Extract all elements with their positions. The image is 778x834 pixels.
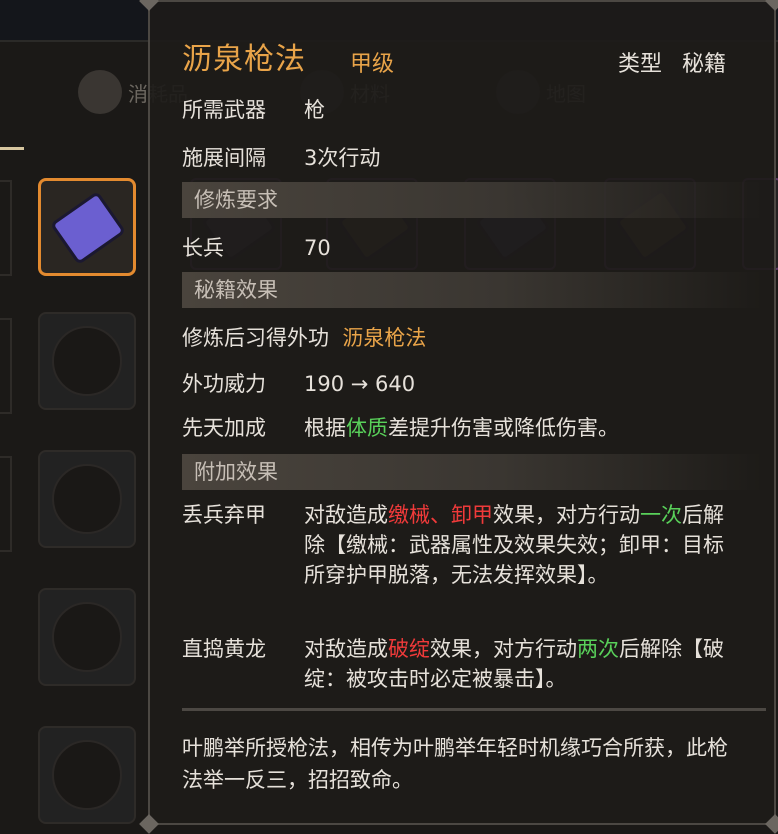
inventory-slot-edge [0,456,12,552]
extra-effect-2-body: 对敌造成破绽效果，对方行动两次后解除【破绽：被攻击时必定被暴击】。 [304,634,734,694]
item-type-label: 类型 [617,52,662,77]
extra-effect-2: 直捣黄龙 对敌造成破绽效果，对方行动两次后解除【破绽：被攻击时必定被暴击】。 [182,634,742,696]
skill-power-value: 190 → 640 [304,372,416,396]
item-description: 叶鹏举所授枪法，相传为叶鹏举年轻时机缘巧合所获，此枪法举一反三，招招致命。 [182,736,728,792]
effect-text: 效果，对方行动 [430,637,577,661]
effect-separator: 、 [430,503,451,527]
effect-keyword-flaw: 破绽 [388,637,430,661]
extra-effects-section-header: 附加效果 [182,454,762,490]
item-grade: 甲级 [350,52,395,77]
extra-effect-1-body: 对敌造成缴械、卸甲效果，对方行动一次后解除【缴械：武器属性及效果失效；卸甲：目标… [304,500,734,590]
requirements-section-header: 修炼要求 [182,182,762,218]
effect-text: 对敌造成 [304,637,388,661]
inventory-slot[interactable] [38,312,136,410]
effect-keyword-disarm: 缴械 [388,503,430,527]
potion-icon [78,70,122,114]
requirement-label: 长兵 [182,236,224,260]
learned-skill-label: 修炼后习得外功 [182,326,329,350]
corner-ornament [765,814,778,834]
tab-active-indicator [0,147,24,150]
requirement-row: 长兵 70 [182,232,331,262]
inventory-slot[interactable] [38,450,136,548]
innate-bonus-pre: 根据 [304,416,346,440]
required-weapon-row: 所需武器 枪 [182,94,325,124]
empty-slot-ring [52,464,122,534]
inventory-slot[interactable] [38,588,136,686]
skill-power-row: 外功威力 190 → 640 [182,368,415,398]
requirement-value: 70 [304,236,331,260]
item-name: 沥泉枪法 [182,42,306,77]
divider [182,708,766,711]
skill-power-label: 外功威力 [182,372,266,396]
required-weapon-value: 枪 [304,98,325,122]
innate-bonus-post: 差提升伤害或降低伤害。 [388,416,619,440]
empty-slot-ring [52,326,122,396]
inventory-slot-edge [0,180,12,276]
empty-slot-ring [52,602,122,672]
extra-effect-2-label: 直捣黄龙 [182,637,266,661]
required-weapon-label: 所需武器 [182,98,266,122]
extra-effect-1-label: 丢兵弃甲 [182,503,266,527]
learned-skill-value: 沥泉枪法 [342,326,427,350]
innate-bonus-label: 先天加成 [182,416,266,440]
inventory-slot[interactable] [38,726,136,824]
corner-ornament [765,0,778,11]
effect-keyword-unarmor: 卸甲 [451,503,493,527]
book-icon [49,190,127,266]
cast-interval-row: 施展间隔 3次行动 [182,142,380,172]
effects-section-header: 秘籍效果 [182,272,762,308]
item-tooltip: 沥泉枪法 甲级 类型 秘籍 所需武器 枪 施展间隔 3次行动 修炼要求 长兵 70 秘… [139,0,778,834]
effect-count: 两次 [577,637,619,661]
inventory-slot-selected[interactable] [38,178,136,276]
extra-effect-1: 丢兵弃甲 对敌造成缴械、卸甲效果，对方行动一次后解除【缴械：武器属性及效果失效；… [182,500,742,620]
learned-skill-row: 修炼后习得外功 沥泉枪法 [182,322,426,352]
effect-count: 一次 [640,503,682,527]
item-type: 类型 秘籍 [618,46,726,78]
cast-interval-value: 3次行动 [304,146,381,170]
innate-bonus-attribute: 体质 [346,416,388,440]
effect-text: 效果，对方行动 [493,503,640,527]
empty-slot-ring [52,740,122,810]
innate-bonus-row: 先天加成 根据体质差提升伤害或降低伤害。 [182,412,619,442]
cast-interval-label: 施展间隔 [182,146,266,170]
item-type-value: 秘籍 [681,52,726,77]
inventory-slot-edge [0,318,12,414]
effect-text: 对敌造成 [304,503,388,527]
